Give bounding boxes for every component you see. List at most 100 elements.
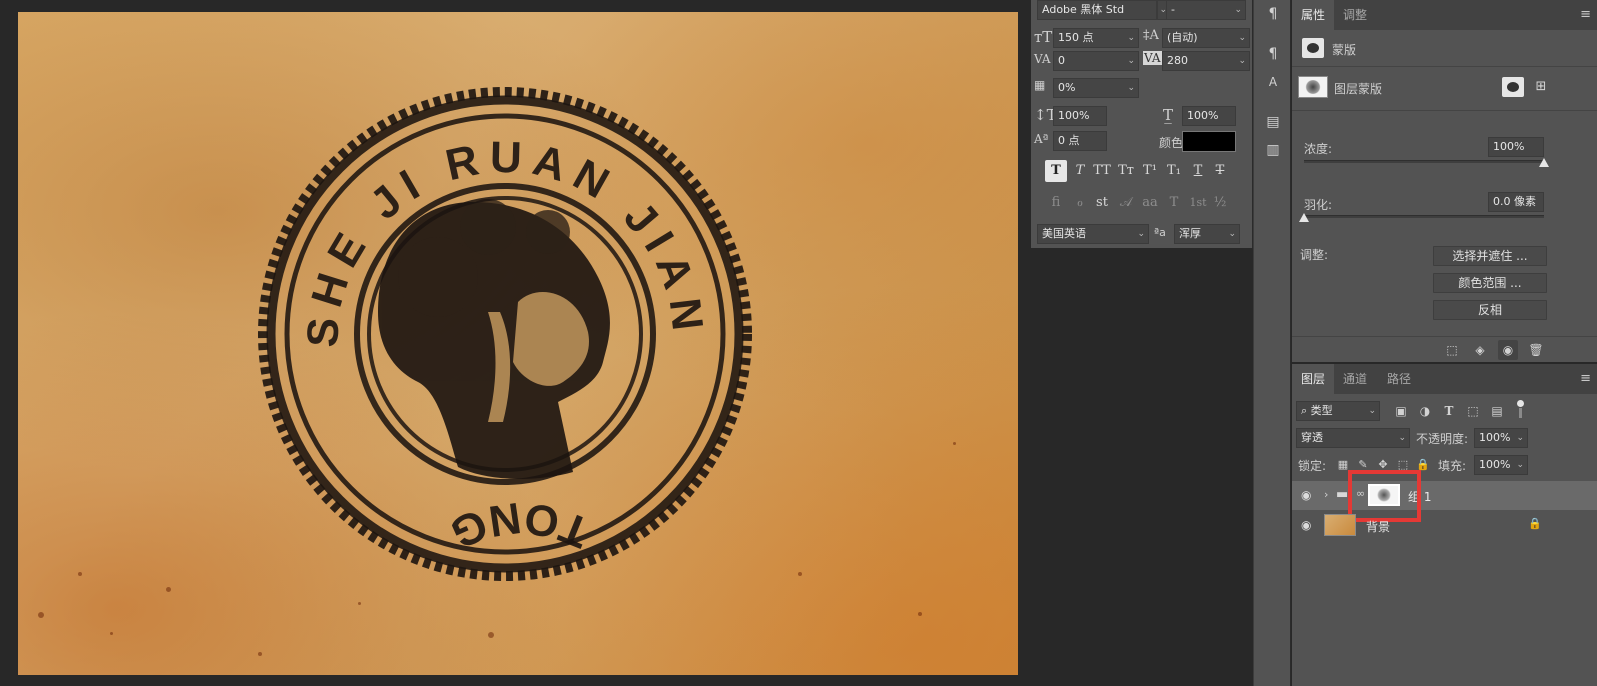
color-range-button[interactable]: 颜色范围 ... <box>1433 273 1547 293</box>
smart-object-filter-icon[interactable]: ▤ <box>1488 402 1506 420</box>
invert-button[interactable]: 反相 <box>1433 300 1547 320</box>
vector-mask-add-icon[interactable]: ⊞ <box>1530 77 1552 97</box>
paragraph-icon[interactable]: ¶ <box>1263 4 1283 24</box>
character-styles-icon[interactable]: A <box>1263 72 1283 92</box>
layers-tabbar: 图层 通道 路径 ≡ <box>1292 364 1597 394</box>
faux-regular-button[interactable]: T <box>1045 160 1067 182</box>
stamp-artwork: SHE JI RUAN JIAN TONG <box>258 87 752 581</box>
tab-properties[interactable]: 属性 <box>1292 0 1335 30</box>
tsume-icon: ▦ <box>1034 78 1046 92</box>
tracking-value: 280 <box>1167 54 1188 67</box>
divider <box>1292 66 1597 67</box>
stylistic-alternates-button[interactable]: aa <box>1139 192 1161 214</box>
tracking-field[interactable]: 280 ⌄ <box>1162 51 1250 71</box>
feather-slider[interactable] <box>1304 215 1544 218</box>
fill-label: 填充: <box>1438 459 1467 473</box>
titling-alternates-button[interactable]: T <box>1163 192 1185 214</box>
vertical-scale-field[interactable]: 100% <box>1053 106 1107 126</box>
chevron-down-icon: ⌄ <box>1127 33 1135 43</box>
eye-icon[interactable]: ◉ <box>1301 488 1311 502</box>
document-canvas[interactable]: SHE JI RUAN JIAN TONG <box>18 12 1018 675</box>
shape-filter-icon[interactable]: ⬚ <box>1464 402 1482 420</box>
chevron-down-icon: ⌄ <box>1238 56 1246 66</box>
ordinals-button[interactable]: 1st <box>1187 192 1209 214</box>
select-and-mask-button[interactable]: 选择并遮住 ... <box>1433 246 1547 266</box>
font-style-select[interactable]: - ⌄ <box>1166 0 1246 20</box>
strikethrough-button[interactable]: T <box>1209 160 1231 182</box>
paragraph-styles-icon[interactable]: ¶ <box>1263 44 1283 64</box>
font-family-select[interactable]: Adobe 黑体 Std <box>1037 0 1157 20</box>
contextual-alternates-button[interactable]: ℴ <box>1069 192 1091 214</box>
discretionary-ligatures-button[interactable]: st <box>1091 192 1113 214</box>
pixel-mask-button[interactable] <box>1502 77 1524 97</box>
chevron-down-icon: ⌄ <box>1137 229 1145 239</box>
density-slider-thumb[interactable] <box>1539 158 1549 167</box>
density-slider[interactable] <box>1304 160 1544 163</box>
kerning-value: 0 <box>1058 54 1065 67</box>
chevron-down-icon: ⌄ <box>1368 406 1376 416</box>
load-selection-icon[interactable]: ⬚ <box>1442 340 1462 360</box>
font-size-value: 150 点 <box>1058 31 1094 44</box>
pixel-filter-icon[interactable]: ▣ <box>1392 402 1410 420</box>
baseline-shift-field[interactable]: 0 点 <box>1053 131 1107 151</box>
tab-adjustments[interactable]: 调整 <box>1334 0 1376 30</box>
font-size-field[interactable]: 150 点 ⌄ <box>1053 28 1139 48</box>
chevron-down-icon: ⌄ <box>1234 5 1242 15</box>
layer-mask-label: 图层蒙版 <box>1334 82 1383 96</box>
antialias-value: 浑厚 <box>1179 227 1201 240</box>
small-caps-button[interactable]: Tт <box>1115 160 1137 182</box>
font-family-value: Adobe 黑体 Std <box>1042 3 1125 16</box>
subscript-button[interactable]: T₁ <box>1163 160 1185 182</box>
apply-mask-icon[interactable]: ◈ <box>1470 340 1490 360</box>
underline-button[interactable]: T <box>1187 160 1209 182</box>
chevron-right-icon[interactable]: › <box>1324 488 1328 501</box>
panel-menu-icon[interactable]: ≡ <box>1580 371 1591 386</box>
kerning-field[interactable]: 0 ⌄ <box>1053 51 1139 71</box>
tab-paths[interactable]: 路径 <box>1378 364 1420 394</box>
panel-menu-icon[interactable]: ≡ <box>1580 7 1591 22</box>
feather-label: 羽化: <box>1304 198 1333 212</box>
eye-icon[interactable]: ◉ <box>1498 340 1518 360</box>
trash-icon[interactable]: 🗑 <box>1526 340 1546 360</box>
type-filter-icon[interactable]: T <box>1440 402 1458 420</box>
layer-thumbnail[interactable] <box>1324 514 1356 536</box>
document-icon[interactable]: ▤ <box>1263 112 1283 132</box>
layer-row-group-1[interactable]: ◉ › ▬ ∞ 组 1 <box>1292 481 1597 510</box>
layer-name[interactable]: 背景 <box>1366 518 1390 535</box>
layer-row-background[interactable]: ◉ 背景 🔒 <box>1292 511 1597 540</box>
tsume-field[interactable]: 0% ⌄ <box>1053 78 1139 98</box>
chevron-down-icon: ⌄ <box>1228 229 1236 239</box>
baseline-shift-icon: Aª <box>1034 132 1049 146</box>
language-select[interactable]: 美国英语 ⌄ <box>1037 224 1149 244</box>
tab-channels[interactable]: 通道 <box>1334 364 1376 394</box>
chevron-down-icon: ⌄ <box>1127 56 1135 66</box>
leading-field[interactable]: (自动) ⌄ <box>1162 28 1250 48</box>
opacity-field[interactable]: 100% ⌄ <box>1474 428 1528 448</box>
leading-value: (自动) <box>1167 31 1198 44</box>
tsume-value: 0% <box>1058 81 1076 94</box>
tab-layers[interactable]: 图层 <box>1292 364 1335 394</box>
layer-mask-thumbnail[interactable] <box>1298 76 1328 98</box>
layer-filter-select[interactable]: ⌕ 类型 ⌄ <box>1296 401 1380 421</box>
eye-icon[interactable]: ◉ <box>1301 518 1311 532</box>
all-caps-button[interactable]: TT <box>1091 160 1113 182</box>
blend-mode-select[interactable]: 穿透 ⌄ <box>1296 428 1410 448</box>
antialias-select[interactable]: 浑厚 ⌄ <box>1174 224 1240 244</box>
fractions-button[interactable]: ½ <box>1209 192 1231 214</box>
fill-value: 100% <box>1479 458 1511 471</box>
faux-italic-button[interactable]: T <box>1069 160 1091 182</box>
notes-icon[interactable]: ▥ <box>1263 140 1283 160</box>
ligatures-button[interactable]: fi <box>1045 192 1067 214</box>
divider <box>1292 110 1597 111</box>
density-field[interactable]: 100% <box>1488 137 1544 157</box>
kerning-icon: VA <box>1034 52 1051 66</box>
superscript-button[interactable]: T¹ <box>1139 160 1161 182</box>
text-color-swatch[interactable] <box>1182 131 1236 152</box>
feather-slider-thumb[interactable] <box>1299 213 1309 222</box>
swash-button[interactable]: 𝒜 <box>1115 192 1137 214</box>
feather-field[interactable]: 0.0 像素 <box>1488 192 1544 212</box>
horizontal-scale-field[interactable]: 100% <box>1182 106 1236 126</box>
filter-toggle[interactable] <box>1516 400 1524 420</box>
adjustment-filter-icon[interactable]: ◑ <box>1416 402 1434 420</box>
fill-field[interactable]: 100% ⌄ <box>1474 455 1528 475</box>
